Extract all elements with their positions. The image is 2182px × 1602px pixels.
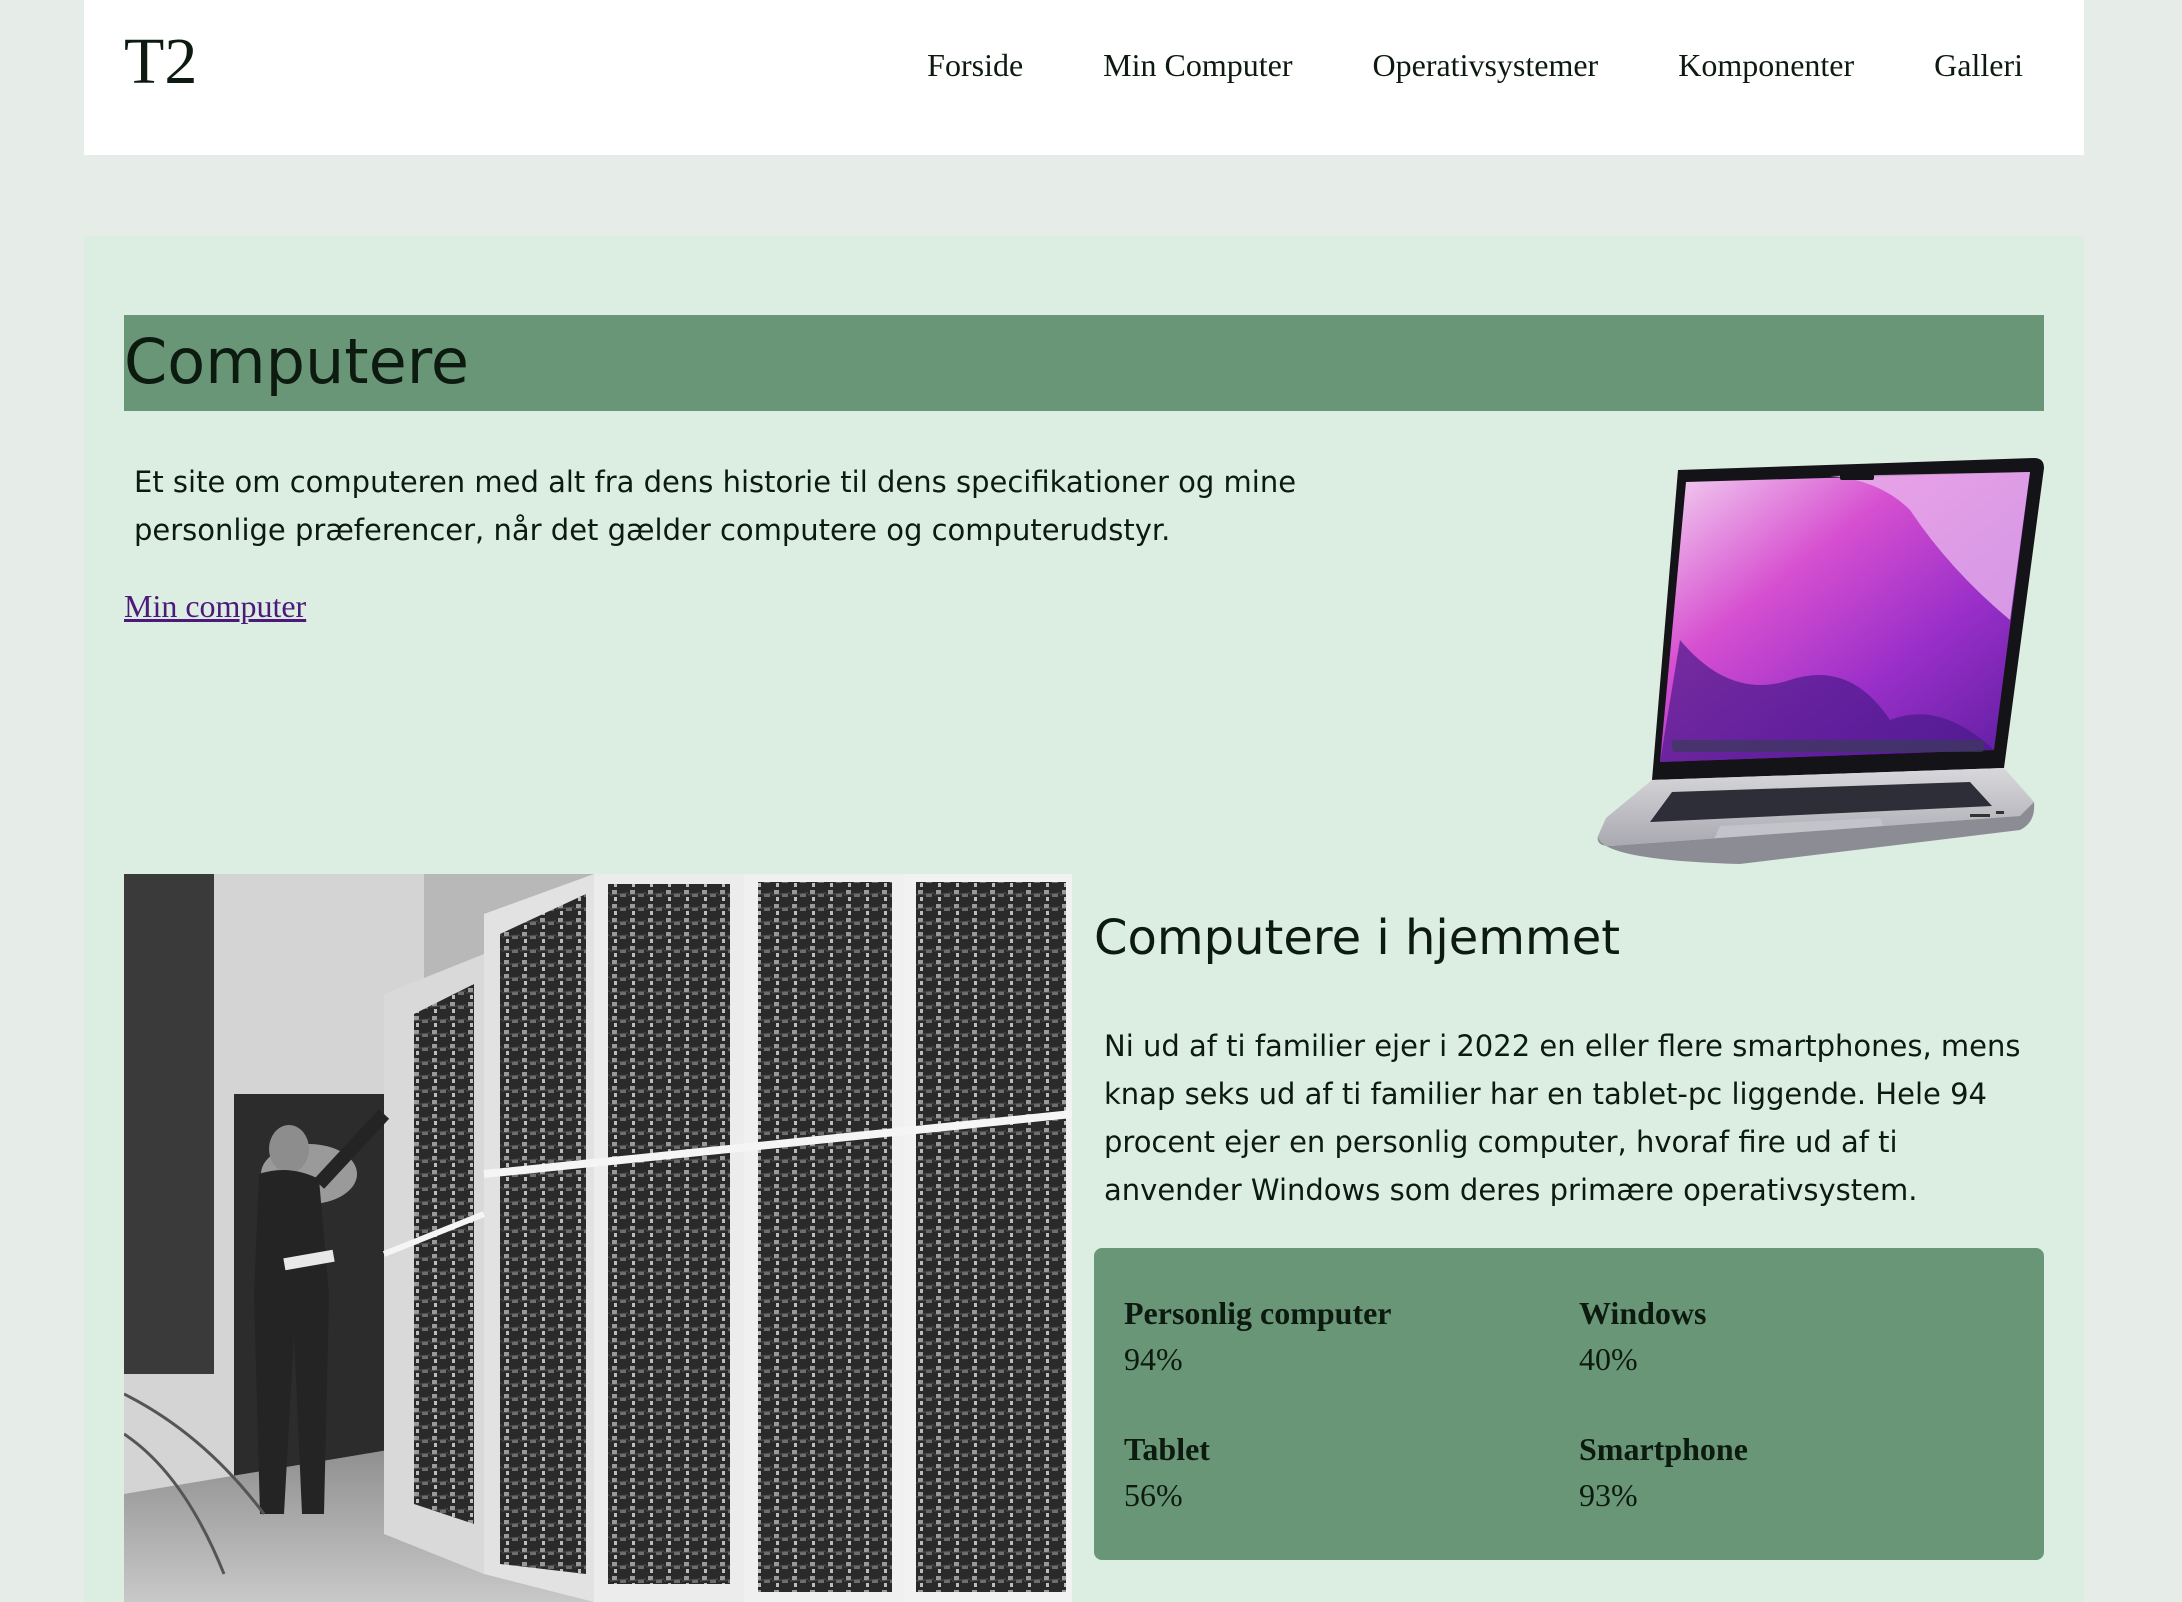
stat-value: 94% <box>1124 1341 1183 1377</box>
nav-link-galleri[interactable]: Galleri <box>1934 42 2023 88</box>
site-logo[interactable]: T2 <box>124 26 197 98</box>
nav-link-forside[interactable]: Forside <box>927 42 1023 88</box>
stat-smartphone: Smartphone 93% <box>1579 1426 1999 1518</box>
intro-paragraph: Et site om computeren med alt fra dens h… <box>134 465 1297 547</box>
stat-label: Personlig computer <box>1124 1295 1392 1331</box>
main-content: Computere Et site om computeren med alt … <box>84 236 2084 1602</box>
historic-computer-image <box>124 874 1072 1602</box>
home-section-paragraph: Ni ud af ti familier ejer i 2022 en elle… <box>1104 1029 2021 1207</box>
page: T2 Forside Min Computer Operativsystemer… <box>0 0 2182 1602</box>
nav-link-min-computer[interactable]: Min Computer <box>1103 42 1292 88</box>
page-title: Computere <box>124 325 469 398</box>
main-nav: Forside Min Computer Operativsystemer Ko… <box>927 42 2023 88</box>
stat-tablet: Tablet 56% <box>1124 1426 1544 1518</box>
stats-box: Personlig computer 94% Windows 40% Table… <box>1094 1248 2044 1560</box>
nav-link-komponenter[interactable]: Komponenter <box>1678 42 1854 88</box>
stat-value: 40% <box>1579 1341 1638 1377</box>
stat-value: 93% <box>1579 1477 1638 1513</box>
site-header: T2 Forside Min Computer Operativsystemer… <box>84 0 2084 155</box>
stat-personlig-computer: Personlig computer 94% <box>1124 1290 1544 1382</box>
nav-link-operativsystemer[interactable]: Operativsystemer <box>1373 42 1599 88</box>
stat-value: 56% <box>1124 1477 1183 1513</box>
laptop-image <box>1597 458 2044 864</box>
stat-label: Windows <box>1579 1295 1707 1331</box>
stat-label: Smartphone <box>1579 1431 1748 1467</box>
stat-label: Tablet <box>1124 1431 1210 1467</box>
stat-windows: Windows 40% <box>1579 1290 1999 1382</box>
min-computer-link[interactable]: Min computer <box>124 584 306 628</box>
home-section-title: Computere i hjemmet <box>1094 910 1621 966</box>
hero-title-bar: Computere <box>124 315 2044 411</box>
